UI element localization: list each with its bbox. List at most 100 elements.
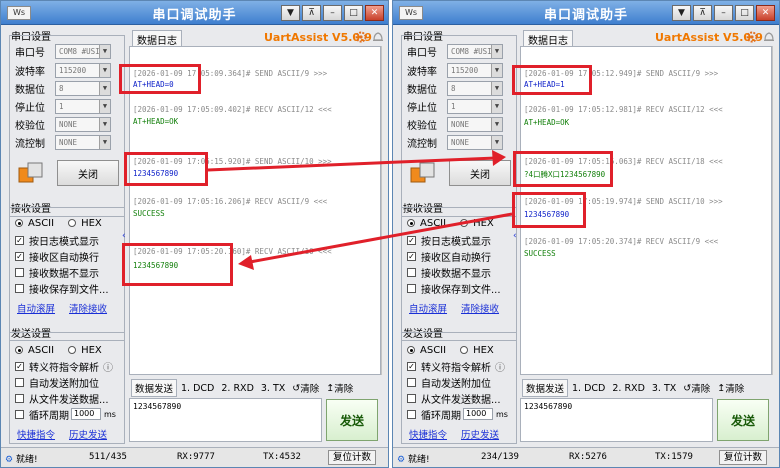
clear-receive-link[interactable]: 清除接收	[461, 301, 499, 315]
tab-data-log[interactable]: 数据日志	[132, 30, 182, 47]
clear-receive-link[interactable]: 清除接收	[69, 301, 107, 315]
quick-command-link[interactable]: 快捷指令	[17, 427, 55, 441]
checkbox-icon[interactable]	[407, 409, 416, 419]
send-option[interactable]: 从文件发送数据...	[407, 391, 501, 406]
parity-select[interactable]: NONE ▼	[55, 116, 111, 132]
recv-hex-radio[interactable]	[460, 219, 469, 227]
close-window-button[interactable]: ✕	[365, 5, 384, 21]
send-option[interactable]: 循环周期 1000 ms	[407, 407, 508, 422]
databits-select[interactable]: 8 ▼	[447, 80, 503, 96]
recv-option[interactable]: ✓ 接收区自动换行	[407, 249, 491, 264]
period-input[interactable]: 1000	[71, 408, 101, 420]
recv-option[interactable]: ✓ 按日志模式显示	[407, 233, 491, 248]
recv-ascii-radio[interactable]	[15, 219, 23, 227]
pin-icon[interactable]: ⊼	[302, 5, 321, 21]
recv-option[interactable]: 接收数据不显示	[407, 265, 491, 280]
clear-send-button[interactable]: 清除	[691, 381, 710, 395]
clear-send-button[interactable]: 清除	[300, 381, 319, 395]
checkbox-icon[interactable]	[15, 283, 24, 293]
port-select[interactable]: COM8 #USI ▼	[55, 43, 111, 59]
stopbits-select[interactable]: 1 ▼	[55, 98, 111, 114]
close-window-button[interactable]: ✕	[756, 5, 775, 21]
recv-option[interactable]: 接收保存到文件...	[15, 281, 109, 296]
title-bar[interactable]: Ws 串口调试助手 ▼ ⊼ – □ ✕	[393, 1, 779, 25]
recv-option[interactable]: ✓ 接收区自动换行	[15, 249, 99, 264]
checkbox-checked-icon[interactable]: ✓	[15, 235, 24, 245]
maximize-button[interactable]: □	[735, 5, 754, 21]
clear-icon[interactable]: ↥	[717, 383, 725, 394]
log-scrollbar[interactable]	[772, 46, 779, 375]
bell-icon[interactable]	[371, 30, 385, 44]
auto-scroll-link[interactable]: 自动滚屏	[409, 301, 447, 315]
quick-command-link[interactable]: 快捷指令	[409, 427, 447, 441]
minimize-button[interactable]: –	[323, 5, 342, 21]
reset-count-button[interactable]: 复位计数	[328, 450, 377, 465]
clear-icon[interactable]: ↺	[292, 383, 300, 394]
checkbox-checked-icon[interactable]: ✓	[15, 251, 24, 261]
auto-scroll-link[interactable]: 自动滚屏	[17, 301, 55, 315]
checkbox-icon[interactable]	[407, 377, 416, 387]
parity-select[interactable]: NONE ▼	[447, 116, 503, 132]
send-button[interactable]: 发送	[717, 399, 769, 441]
send-option[interactable]: ✓ 转义符指令解析 ⓘ	[15, 359, 113, 374]
checkbox-checked-icon[interactable]: ✓	[407, 251, 416, 261]
send-option[interactable]: 从文件发送数据...	[15, 391, 109, 406]
minimize-button[interactable]: –	[714, 5, 733, 21]
info-icon[interactable]: ⓘ	[495, 359, 505, 374]
history-send-link[interactable]: 历史发送	[69, 427, 107, 441]
checkbox-icon[interactable]	[15, 409, 24, 419]
databits-select[interactable]: 8 ▼	[55, 80, 111, 96]
checkbox-icon[interactable]	[15, 393, 24, 403]
send-button[interactable]: 发送	[326, 399, 378, 441]
bell-icon[interactable]	[762, 30, 776, 44]
clear-all-button[interactable]: 清除	[334, 381, 353, 395]
checkbox-checked-icon[interactable]: ✓	[15, 361, 24, 371]
send-option[interactable]: 自动发送附加位	[407, 375, 491, 390]
send-option[interactable]: 自动发送附加位	[15, 375, 99, 390]
reset-count-button[interactable]: 复位计数	[719, 450, 768, 465]
port-select[interactable]: COM8 #USI ▼	[447, 43, 503, 59]
checkbox-icon[interactable]	[407, 393, 416, 403]
close-port-button[interactable]: 关闭	[57, 160, 119, 186]
clear-icon[interactable]: ↥	[326, 383, 334, 394]
clear-icon[interactable]: ↺	[683, 383, 691, 394]
period-input[interactable]: 1000	[463, 408, 493, 420]
title-bar[interactable]: Ws 串口调试助手 ▼ ⊼ – □ ✕	[1, 1, 388, 25]
tab-data-send[interactable]: 数据发送	[522, 379, 569, 397]
send-input[interactable]: 1234567890	[129, 398, 322, 442]
gear-icon[interactable]	[354, 30, 368, 44]
stopbits-select[interactable]: 1 ▼	[447, 98, 503, 114]
baud-select[interactable]: 115200 ▼	[447, 62, 503, 78]
send-ascii-radio[interactable]	[407, 346, 415, 354]
send-hex-radio[interactable]	[460, 346, 469, 354]
checkbox-icon[interactable]	[407, 283, 416, 293]
send-input[interactable]: 1234567890	[520, 398, 713, 442]
recv-option[interactable]: 接收数据不显示	[15, 265, 99, 280]
baud-select[interactable]: 115200 ▼	[55, 62, 111, 78]
log-scrollbar[interactable]	[381, 46, 388, 375]
send-ascii-radio[interactable]	[15, 346, 23, 354]
flow-select[interactable]: NONE ▼	[55, 134, 111, 150]
send-hex-radio[interactable]	[68, 346, 77, 354]
checkbox-icon[interactable]	[15, 267, 24, 277]
gear-icon[interactable]	[745, 30, 759, 44]
send-option[interactable]: ✓ 转义符指令解析 ⓘ	[407, 359, 505, 374]
close-port-button[interactable]: 关闭	[449, 160, 511, 186]
flow-select[interactable]: NONE ▼	[447, 134, 503, 150]
history-send-link[interactable]: 历史发送	[461, 427, 499, 441]
collapse-panel-icon[interactable]: ‹	[122, 229, 127, 243]
recv-option[interactable]: ✓ 按日志模式显示	[15, 233, 99, 248]
maximize-button[interactable]: □	[344, 5, 363, 21]
recv-hex-radio[interactable]	[68, 219, 77, 227]
recv-ascii-radio[interactable]	[407, 219, 415, 227]
send-option[interactable]: 循环周期 1000 ms	[15, 407, 116, 422]
recv-option[interactable]: 接收保存到文件...	[407, 281, 501, 296]
tab-data-log[interactable]: 数据日志	[523, 30, 573, 47]
info-icon[interactable]: ⓘ	[103, 359, 113, 374]
collapse-panel-icon[interactable]: ‹	[513, 229, 518, 243]
clear-all-button[interactable]: 清除	[725, 381, 744, 395]
checkbox-icon[interactable]	[15, 377, 24, 387]
pin-icon[interactable]: ⊼	[693, 5, 712, 21]
data-log-area[interactable]: [2026-01-09 17:05:09.364]# SEND ASCII/9 …	[129, 46, 381, 375]
checkbox-icon[interactable]	[407, 267, 416, 277]
